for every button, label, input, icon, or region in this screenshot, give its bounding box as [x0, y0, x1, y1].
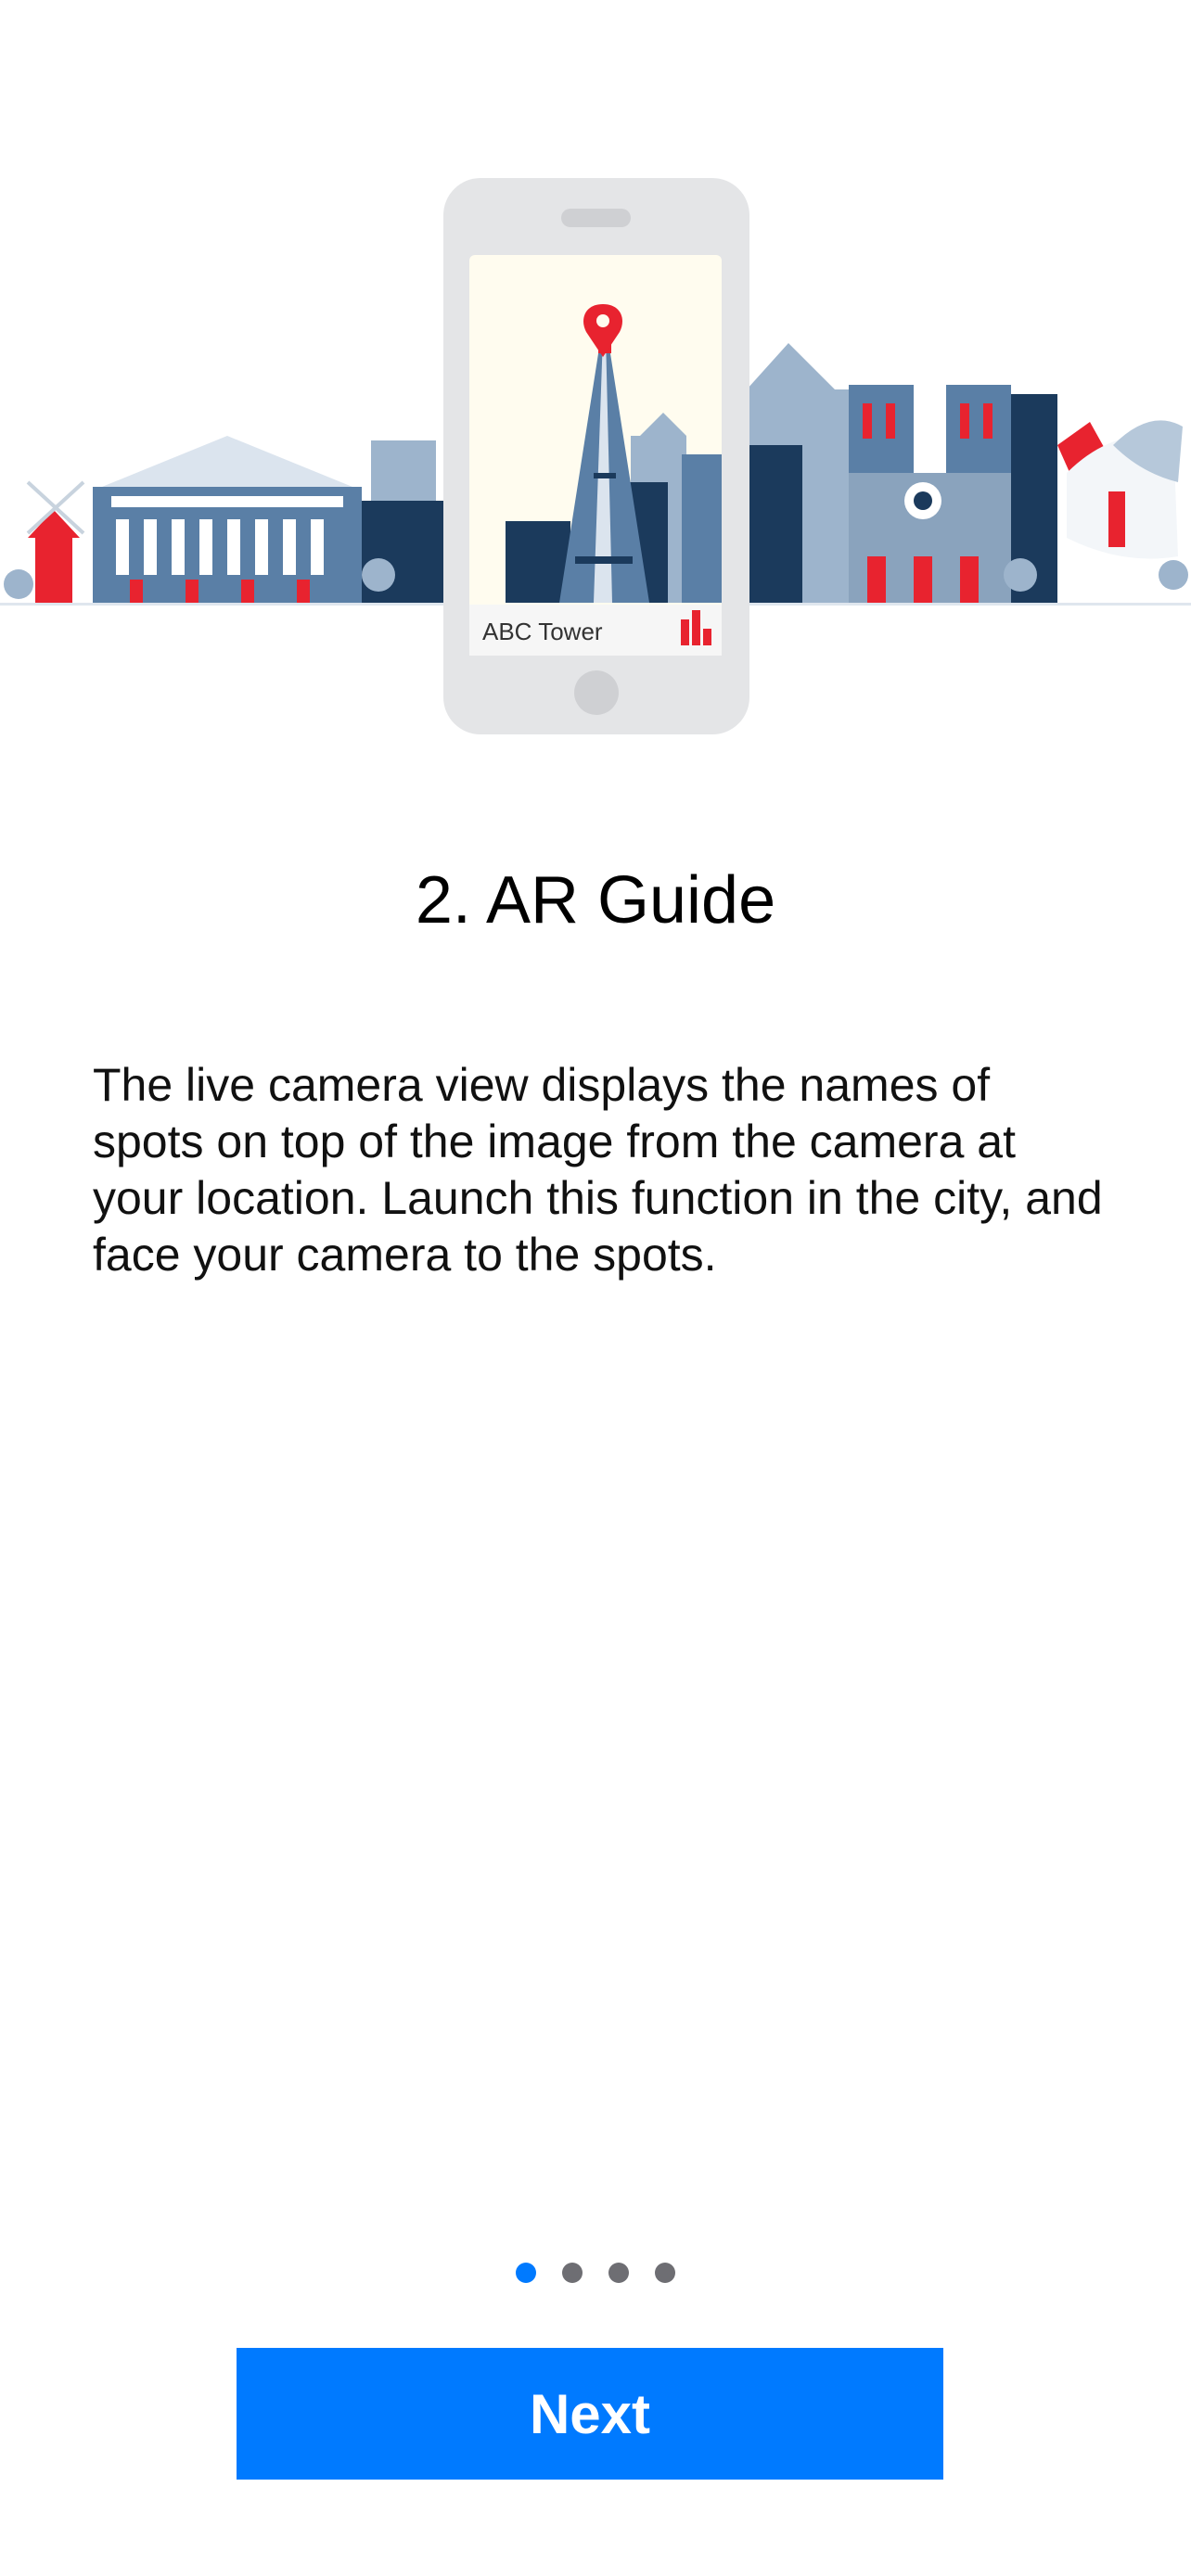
phone-mockup: ABC Tower [443, 178, 749, 734]
page-dot-1[interactable] [516, 2263, 536, 2283]
onboarding-description: The live camera view displays the names … [93, 1059, 1103, 1281]
left-skyline [4, 436, 445, 605]
right-skyline [747, 343, 1188, 605]
next-button[interactable]: Next [237, 2348, 943, 2480]
page-title: 2. AR Guide [415, 863, 776, 937]
page-indicator[interactable] [0, 2263, 1191, 2283]
page-dot-4[interactable] [655, 2263, 675, 2283]
page-dot-2[interactable] [562, 2263, 583, 2283]
page-dot-3[interactable] [608, 2263, 629, 2283]
city-ar-illustration: ABC Tower [0, 178, 1191, 734]
phone-label-text: ABC Tower [482, 618, 603, 645]
